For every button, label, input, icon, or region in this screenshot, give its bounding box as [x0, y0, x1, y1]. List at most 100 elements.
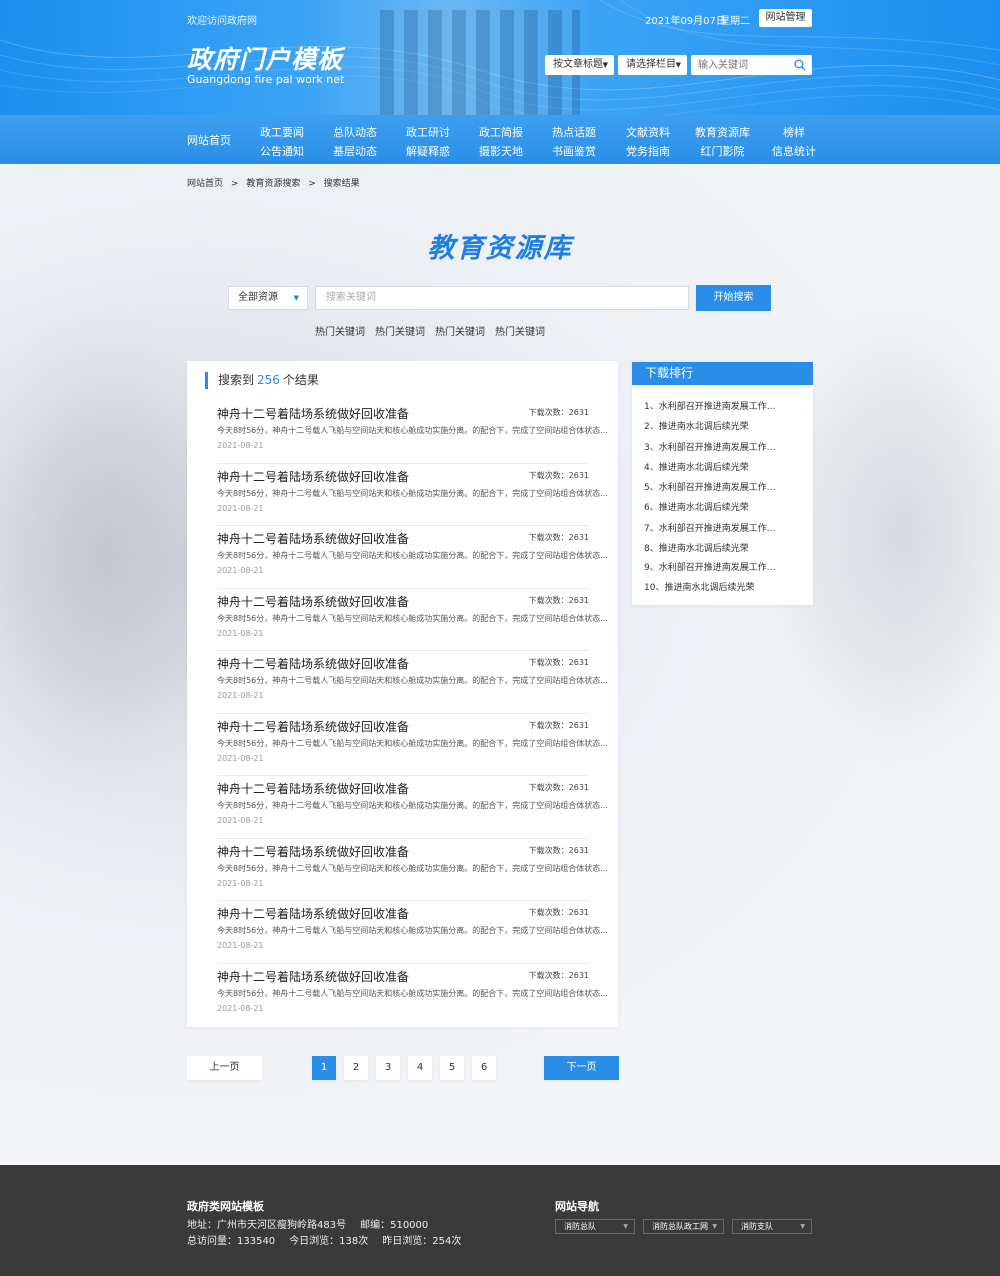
nav-home[interactable]: 网站首页	[187, 132, 231, 148]
ranking-item[interactable]: 1、水利部召开推进南发展工作...	[644, 399, 775, 412]
start-search-button[interactable]: 开始搜索	[696, 285, 771, 311]
result-date: 2021-08-21	[217, 753, 264, 763]
site-footer: 政府类网站模板 地址：广州市天河区瘦狗岭路483号 邮编：510000 总访问量：…	[0, 1165, 1000, 1276]
result-downloads: 下载次数：2631	[528, 595, 589, 605]
nav-column: 政工要闻 公告通知	[260, 123, 304, 161]
result-summary: 今天8时56分，神舟十二号载人飞船与空间站天和核心舱成功实施分离。的配合下，完成…	[217, 863, 608, 873]
result-title[interactable]: 神舟十二号着陆场系统做好回收准备	[217, 530, 409, 547]
result-title[interactable]: 神舟十二号着陆场系统做好回收准备	[217, 593, 409, 610]
nav-item[interactable]: 文献资料	[626, 123, 670, 142]
ranking-item[interactable]: 4、推进南水北调后续光荣	[644, 460, 749, 473]
nav-item[interactable]: 公告通知	[260, 142, 304, 161]
result-item[interactable]: 神舟十二号着陆场系统做好回收准备 下载次数：2631 今天8时56分，神舟十二号…	[217, 839, 608, 901]
nav-item[interactable]: 摄影天地	[479, 142, 523, 161]
ranking-item[interactable]: 5、水利部召开推进南发展工作...	[644, 480, 775, 493]
results-count: 256	[257, 373, 280, 387]
result-item[interactable]: 神舟十二号着陆场系统做好回收准备 下载次数：2631 今天8时56分，神舟十二号…	[217, 901, 608, 964]
result-title[interactable]: 神舟十二号着陆场系统做好回收准备	[217, 843, 409, 860]
result-summary: 今天8时56分，神舟十二号载人飞船与空间站天和核心舱成功实施分离。的配合下，完成…	[217, 426, 608, 435]
search-icon[interactable]	[794, 59, 806, 71]
main-nav: 网站首页 政工要闻 公告通知 总队动态 基层动态 政工研讨 解疑释惑 政工简报 …	[0, 115, 1000, 164]
result-title[interactable]: 神舟十二号着陆场系统做好回收准备	[217, 655, 409, 672]
result-date: 2021-08-21	[217, 441, 264, 450]
ranking-item[interactable]: 2、推进南水北调后续光荣	[644, 419, 749, 432]
keyword-search-input[interactable]: 搜索关键词	[315, 286, 689, 310]
result-title[interactable]: 神舟十二号着陆场系统做好回收准备	[217, 905, 409, 922]
ranking-item[interactable]: 6、推进南水北调后续光荣	[644, 500, 749, 513]
column-select[interactable]: 请选择栏目 ▼	[618, 55, 687, 75]
result-date: 2021-08-21	[217, 566, 264, 575]
resource-select[interactable]: 全部资源 ▼	[228, 286, 308, 310]
nav-item[interactable]: 政工研讨	[406, 123, 450, 142]
breadcrumb-home[interactable]: 网站首页	[187, 179, 223, 189]
result-item[interactable]: 神舟十二号着陆场系统做好回收准备 下载次数：2631 今天8时56分，神舟十二号…	[217, 776, 608, 839]
nav-column: 榜样 信息统计	[772, 123, 816, 161]
ranking-item[interactable]: 9、水利部召开推进南发展工作...	[644, 560, 775, 573]
hot-keyword[interactable]: 热门关键词	[315, 323, 365, 338]
result-item[interactable]: 神舟十二号着陆场系统做好回收准备 下载次数：2631 今天8时56分，神舟十二号…	[217, 464, 608, 526]
nav-item[interactable]: 榜样	[772, 123, 816, 142]
search-type-select[interactable]: 按文章标题 ▼	[545, 55, 614, 75]
footer-address-line: 地址：广州市天河区瘦狗岭路483号 邮编：510000	[187, 1216, 442, 1231]
ranking-item[interactable]: 10、推进南水北调后续光荣	[644, 580, 754, 593]
result-item[interactable]: 神舟十二号着陆场系统做好回收准备 下载次数：2631 今天8时56分，神舟十二号…	[217, 964, 608, 1027]
result-date: 2021-08-21	[217, 628, 264, 638]
footer-nav-select[interactable]: 消防总队政工网 ▼	[643, 1219, 724, 1234]
result-item[interactable]: 神舟十二号着陆场系统做好回收准备 下载次数：2631 今天8时56分，神舟十二号…	[217, 589, 608, 651]
page-button[interactable]: 3	[376, 1056, 400, 1080]
resource-select-label: 全部资源	[238, 292, 278, 303]
nav-item[interactable]: 信息统计	[772, 142, 816, 161]
nav-item[interactable]: 政工简报	[479, 123, 523, 142]
hot-keyword[interactable]: 热门关键词	[495, 323, 545, 338]
footer-nav-select[interactable]: 消防支队 ▼	[732, 1219, 812, 1234]
page-button[interactable]: 4	[408, 1056, 432, 1080]
hot-keyword[interactable]: 热门关键词	[435, 323, 485, 338]
result-date: 2021-08-21	[217, 878, 264, 888]
ranking-item[interactable]: 8、推进南水北调后续光荣	[644, 541, 749, 554]
nav-item[interactable]: 基层动态	[333, 142, 377, 161]
result-item[interactable]: 神舟十二号着陆场系统做好回收准备 下载次数：2631 今天8时56分，神舟十二号…	[217, 651, 608, 714]
footer-stats-line: 总访问量：133540 今日浏览：138次 昨日浏览：254次	[187, 1232, 475, 1247]
nav-item[interactable]: 书画鉴赏	[552, 142, 596, 161]
nav-item[interactable]: 总队动态	[333, 123, 377, 142]
footer-nav-select[interactable]: 消防总队 ▼	[555, 1219, 635, 1234]
nav-item[interactable]: 红门影院	[695, 142, 750, 161]
result-downloads: 下载次数：2631	[528, 533, 589, 542]
site-admin-button[interactable]: 网站管理	[759, 9, 812, 27]
footer-nav-title: 网站导航	[555, 1200, 599, 1213]
result-item[interactable]: 神舟十二号着陆场系统做好回收准备 下载次数：2631 今天8时56分，神舟十二号…	[217, 526, 608, 589]
caret-down-icon: ▼	[675, 61, 681, 69]
nav-item[interactable]: 热点话题	[552, 123, 596, 142]
result-title[interactable]: 神舟十二号着陆场系统做好回收准备	[217, 780, 409, 797]
caret-down-icon: ▼	[602, 61, 608, 69]
caret-down-icon: ▼	[800, 1223, 805, 1230]
nav-item[interactable]: 党务指南	[626, 142, 670, 161]
result-title[interactable]: 神舟十二号着陆场系统做好回收准备	[217, 718, 409, 735]
page-button[interactable]: 5	[440, 1056, 464, 1080]
page-button[interactable]: 6	[472, 1056, 496, 1080]
result-title[interactable]: 神舟十二号着陆场系统做好回收准备	[217, 405, 409, 422]
result-title[interactable]: 神舟十二号着陆场系统做好回收准备	[217, 968, 409, 985]
result-title[interactable]: 神舟十二号着陆场系统做好回收准备	[217, 468, 409, 485]
result-downloads: 下载次数：2631	[528, 970, 589, 980]
hot-keyword[interactable]: 热门关键词	[375, 323, 425, 338]
breadcrumb-section[interactable]: 教育资源搜索	[246, 179, 300, 189]
result-summary: 今天8时56分，神舟十二号载人飞船与空间站天和核心舱成功实施分离。的配合下，完成…	[217, 926, 608, 935]
page-button[interactable]: 1	[312, 1056, 336, 1080]
prev-page-button[interactable]: 上一页	[187, 1056, 262, 1080]
nav-item[interactable]: 政工要闻	[260, 123, 304, 142]
weekday-text: 星期二	[720, 16, 750, 27]
ranking-item[interactable]: 3、水利部召开推进南发展工作...	[644, 440, 775, 453]
caret-down-icon: ▼	[623, 1223, 628, 1230]
ranking-item[interactable]: 7、水利部召开推进南发展工作...	[644, 521, 775, 534]
result-downloads: 下载次数：2631	[528, 845, 589, 855]
download-ranking-panel: 下载排行 1、水利部召开推进南发展工作... 2、推进南水北调后续光荣 3、水利…	[632, 362, 813, 605]
result-item[interactable]: 神舟十二号着陆场系统做好回收准备 下载次数：2631 今天8时56分，神舟十二号…	[217, 401, 608, 464]
next-page-button[interactable]: 下一页	[544, 1056, 619, 1080]
nav-item[interactable]: 解疑释惑	[406, 142, 450, 161]
footer-nav-select-label: 消防支队	[741, 1222, 773, 1231]
nav-item[interactable]: 教育资源库	[695, 123, 750, 142]
result-item[interactable]: 神舟十二号着陆场系统做好回收准备 下载次数：2631 今天8时56分，神舟十二号…	[217, 714, 608, 776]
page-button[interactable]: 2	[344, 1056, 368, 1080]
header-search-input[interactable]	[691, 55, 786, 75]
